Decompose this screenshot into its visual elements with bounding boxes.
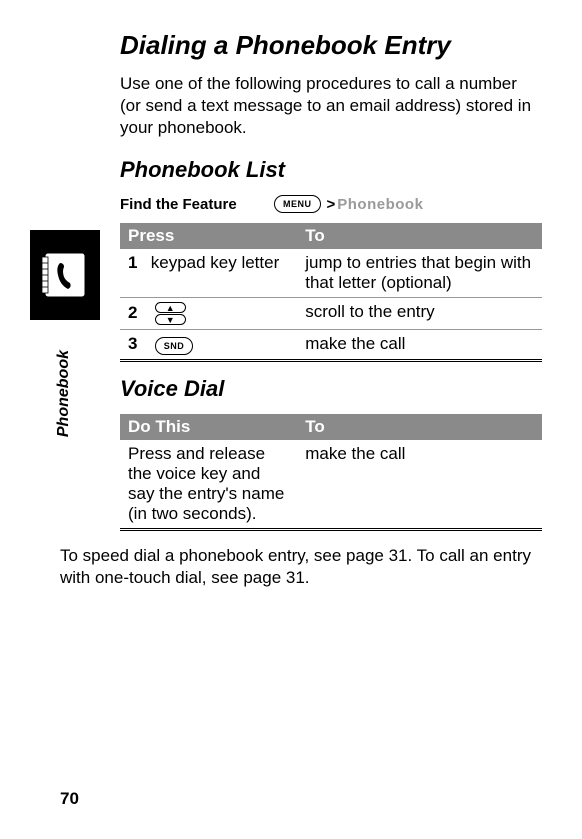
to-content: jump to entries that begin with that let… [297, 249, 542, 298]
table-row: 2 ▲ ▼ scroll to the entry [120, 298, 542, 330]
do-content: Press and release the voice key and say … [120, 440, 297, 530]
section-heading-voice: Voice Dial [120, 376, 542, 402]
side-label: Phonebook [55, 350, 73, 437]
up-down-keys-icon: ▲ ▼ [151, 302, 190, 325]
find-label: Find the Feature [120, 196, 270, 213]
press-content: keypad key letter [151, 253, 280, 272]
sidebar: Phonebook [30, 230, 110, 437]
col-to: To [297, 414, 542, 440]
press-to-table: Press To 1 keypad key letter jump to ent… [120, 223, 542, 362]
snd-key-icon: SND [155, 337, 194, 355]
page-title: Dialing a Phonebook Entry [120, 30, 542, 61]
breadcrumb-separator: > [327, 196, 336, 213]
table-row: 3 SND make the call [120, 330, 542, 361]
find-feature-row: Find the Feature MENU > Phonebook [120, 195, 542, 213]
col-to: To [297, 223, 542, 249]
breadcrumb-phonebook: Phonebook [337, 196, 423, 213]
to-content: make the call [297, 440, 542, 530]
page-number: 70 [60, 789, 79, 809]
to-content: scroll to the entry [297, 298, 542, 330]
footer-text: To speed dial a phonebook entry, see pag… [60, 545, 532, 589]
section-heading-list: Phonebook List [120, 157, 542, 183]
to-content: make the call [297, 330, 542, 361]
step-number: 1 [128, 253, 146, 273]
table-row: Press and release the voice key and say … [120, 440, 542, 530]
intro-text: Use one of the following procedures to c… [120, 73, 542, 139]
phonebook-icon [30, 230, 100, 320]
col-press: Press [120, 223, 297, 249]
menu-key-icon: MENU [274, 195, 321, 213]
table-row: 1 keypad key letter jump to entries that… [120, 249, 542, 298]
do-this-table: Do This To Press and release the voice k… [120, 414, 542, 531]
step-number: 2 [128, 303, 146, 323]
col-do: Do This [120, 414, 297, 440]
step-number: 3 [128, 334, 146, 354]
